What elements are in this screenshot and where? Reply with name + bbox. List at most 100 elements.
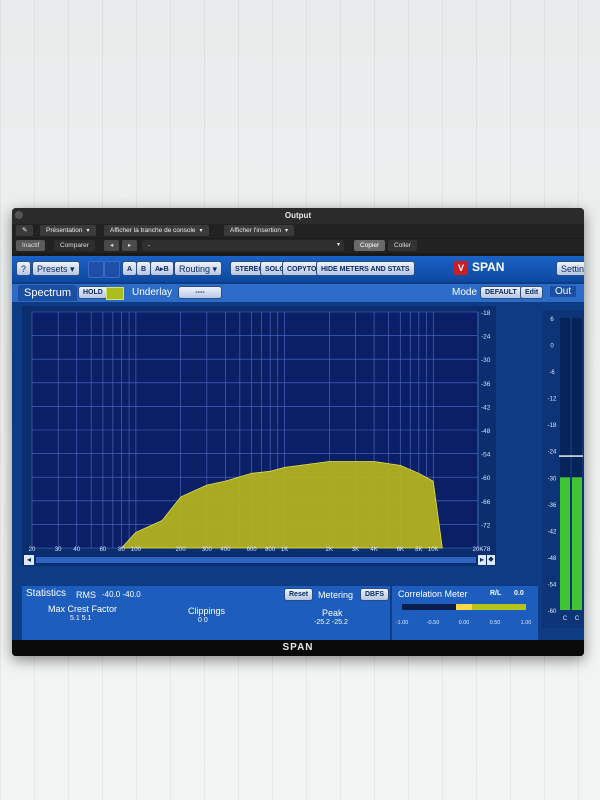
underlay-label: Underlay [132,287,173,298]
x-tick-label: 10K [428,547,439,553]
insertion-dropdown[interactable]: Afficher l'insertion ▾ [224,225,294,236]
hold-color-swatch[interactable] [106,287,124,300]
x-tick-label: 3K [352,547,359,553]
edit-button[interactable]: Edit [520,286,544,299]
y-tick-label: -18 [481,310,491,317]
routing-label: Routing [179,264,211,274]
hide-meters-button[interactable]: HIDE METERS AND STATS [316,261,415,276]
wrench-icon[interactable]: ✎ [16,225,34,236]
meter-scale-label: 6 [550,317,554,323]
clippings-values: 0 0 [198,617,208,624]
plugin-toolbar: ? Presets ▾ A B A▸B Routing ▾ STEREO SOL… [12,256,584,282]
console-strip-dropdown[interactable]: Afficher la tranche de console ▾ [104,225,209,236]
x-tick-label: 100 [131,547,142,553]
hold-button[interactable]: HOLD [78,286,108,299]
correlation-scale-label: 0.50 [490,620,501,626]
presentation-label: Présentation [46,227,83,234]
clippings-label: Clippings [188,606,226,616]
meter-scale-label: -60 [548,609,557,615]
next-preset-button[interactable]: ▸ [122,240,138,251]
x-tick-label: 4K [370,547,377,553]
meter-scale-label: -54 [548,582,557,588]
out-label: Out [550,286,577,297]
meter-scale-label: -12 [548,397,557,403]
close-icon[interactable] [15,211,23,219]
rms-label: RMS [76,590,96,600]
meter-channel-level [560,477,570,610]
routing-button[interactable]: Routing ▾ [174,261,223,276]
x-tick-label: 8K [415,547,422,553]
x-tick-label: 60 [100,547,107,553]
correlation-scale-label: -1.00 [396,620,409,626]
preset-next-button[interactable] [104,261,120,278]
compare-button[interactable]: Comparer [54,240,95,251]
preset-field-value: - [148,242,151,249]
y-tick-label: -66 [481,499,491,506]
settings-button[interactable]: Settings [556,261,584,276]
correlation-label: Correlation Meter [398,589,468,599]
correlation-mode[interactable]: R/L [490,590,501,597]
zoom-icon[interactable]: ◆ [487,555,495,565]
x-tick-label: 2K [326,547,333,553]
chevron-down-icon: ▾ [86,228,90,234]
a-button[interactable]: A [122,261,138,276]
chevron-down-icon: ▾ [284,228,288,234]
span-logo: V SPAN [454,260,504,275]
correlation-scale-label: 1.00 [521,620,532,626]
x-tick-label: 600 [247,547,258,553]
meter-scale-label: -24 [548,450,557,456]
presets-button[interactable]: Presets ▾ [32,261,80,276]
prev-preset-button[interactable]: ◂ [104,240,120,251]
x-tick-label: 800 [265,547,276,553]
meter-scale-label: -18 [548,423,557,429]
a-to-b-button[interactable]: A▸B [150,261,174,276]
scroll-left-icon[interactable]: ◂ [24,555,34,565]
statistics-tab[interactable]: Statistics [26,588,66,599]
underlay-select[interactable]: ---- [178,286,222,299]
x-tick-label: 40 [73,547,80,553]
x-tick-label: 6K [397,547,404,553]
reset-button[interactable]: Reset [284,588,314,601]
presentation-dropdown[interactable]: Présentation ▾ [40,225,96,236]
inactive-button[interactable]: Inactif [16,240,46,251]
crest-label: Max Crest Factor [48,604,118,614]
y-tick-label: -48 [481,428,491,435]
mode-select[interactable]: DEFAULT [480,286,522,299]
window-titlebar[interactable]: Output [12,208,584,224]
x-tick-label: 80 [118,547,125,553]
y-tick-label: -54 [481,452,491,459]
correlation-scale-label: 0.00 [459,620,470,626]
footer-brand: SPAN [12,640,584,656]
correlation-value: 0.0 [514,590,524,597]
chevron-down-icon: ▾ [199,228,203,234]
voxengo-logo-icon: V [454,260,468,275]
statistics-panel: Statistics RMS -40.0 -40.0 Max Crest Fac… [22,586,390,640]
output-meter-panel: 6 0 -6 -12 -18 -24 -30 -36 -42 -48 -54 -60 C C [542,310,584,628]
output-meter-svg: 6 0 -6 -12 -18 -24 -30 -36 -42 -48 -54 -60 C C [548,317,583,622]
x-tick-label: 200 [176,547,187,553]
scroll-right-icon[interactable]: ▸ [478,555,486,565]
y-tick-label: -30 [481,357,491,364]
x-tick-label: 20 [29,547,36,553]
preset-prev-button[interactable] [88,261,104,278]
chevron-down-icon: ▾ [212,264,218,274]
plugin-window: Output ✎ Présentation ▾ Afficher la tranc… [12,208,584,656]
spectrum-scrollbar[interactable]: ◂ ▸ ◆ [22,554,496,566]
metering-select[interactable]: DBFS [360,588,390,601]
peak-label: Peak [322,608,343,618]
paste-button[interactable]: Coller [388,240,417,251]
help-button[interactable]: ? [16,261,32,276]
spectrum-chart[interactable]: -18 -24 -30 -36 -42 -48 -54 -60 -66 -72 -78 20 30 40 6… [22,306,496,554]
chevron-down-icon: ▾ [336,242,340,248]
x-tick-label: 1K [281,547,288,553]
x-tick-label: 300 [202,547,213,553]
spectrum-bar: Spectrum HOLD Underlay ---- Mode DEFAULT… [12,284,584,302]
spectrum-svg: -18-24-30-36-42-48-54-60-66-72-7820 30 40 6… [29,310,491,553]
copy-button[interactable]: Copier [354,240,386,251]
peak-values: -25.2 -25.2 [314,619,348,626]
chevron-down-icon: ▾ [70,264,75,274]
b-button[interactable]: B [136,261,152,276]
preset-field[interactable]: - ▾ [142,240,344,251]
spectrum-tab[interactable]: Spectrum [18,285,78,301]
scroll-track[interactable] [36,557,476,563]
